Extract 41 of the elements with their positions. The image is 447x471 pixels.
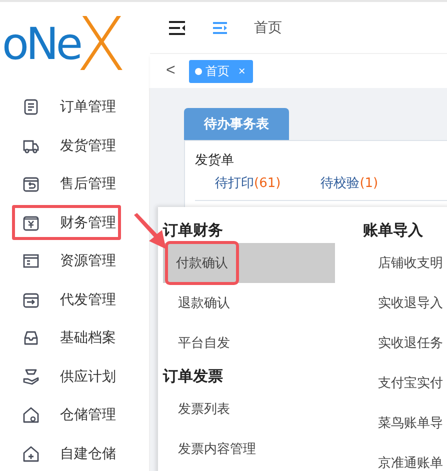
submenu-item[interactable]: 京准通账单 (363, 443, 443, 471)
submenu-item[interactable]: 发票内容管理 (163, 429, 335, 469)
section-title: 发货单 (195, 152, 235, 169)
submenu-group-title: 订单发票 (163, 366, 224, 386)
inbox-icon (22, 329, 40, 348)
submenu-item[interactable]: 店铺收支明 (363, 243, 443, 283)
return-box-icon (22, 175, 40, 194)
sidebar-item[interactable]: 仓储管理 (0, 396, 149, 435)
hand-icon (22, 368, 40, 386)
indent-icon[interactable] (212, 22, 228, 34)
window-icon (22, 252, 40, 270)
sidebar-item[interactable]: 供应计划 (0, 358, 149, 396)
highlight-frame: 付款确认 (168, 244, 236, 282)
sidebar-item[interactable]: 财务管理 (12, 205, 121, 240)
submenu-item[interactable]: 实收退导入 (363, 283, 443, 323)
sidebar-item[interactable]: 代发管理 (0, 280, 149, 320)
sidebar-item[interactable]: 发货管理 (0, 126, 149, 165)
todo-link[interactable]: 待打印(61) (215, 174, 281, 192)
submenu-group-title: 账单导入 (363, 220, 424, 240)
sidebar-item[interactable]: 订单管理 (0, 88, 149, 126)
house-plus-icon (22, 444, 40, 463)
sidebar-item[interactable]: 自建仓储 (0, 434, 149, 471)
submenu-item[interactable]: 平台自发 (163, 323, 335, 363)
menu-collapse-icon[interactable] (168, 20, 186, 34)
sidebar-item[interactable]: 基础档案 (0, 319, 149, 358)
sidebar-item[interactable]: 售后管理 (0, 164, 149, 204)
todo-link[interactable]: 待校验(1) (320, 174, 378, 192)
yen-icon (22, 214, 40, 232)
forward-box-icon (22, 290, 40, 309)
submenu-item[interactable]: 菜鸟账单导 (363, 403, 443, 443)
submenu-item[interactable]: 支付宝实付 (363, 363, 443, 403)
submenu-item[interactable]: 付款确认 (163, 243, 335, 283)
breadcrumb[interactable]: 首页 (254, 18, 282, 36)
document-icon (22, 98, 40, 116)
submenu-item[interactable]: 实收退任务 (363, 323, 443, 363)
submenu-item[interactable]: 退款确认 (163, 283, 335, 323)
submenu-item[interactable]: 发票列表 (163, 389, 335, 429)
sidebar-item[interactable]: 资源管理 (0, 242, 149, 281)
warehouse-icon (22, 406, 40, 424)
submenu-group-title: 订单财务 (163, 220, 224, 240)
scroll-left-button[interactable]: < (166, 62, 176, 80)
